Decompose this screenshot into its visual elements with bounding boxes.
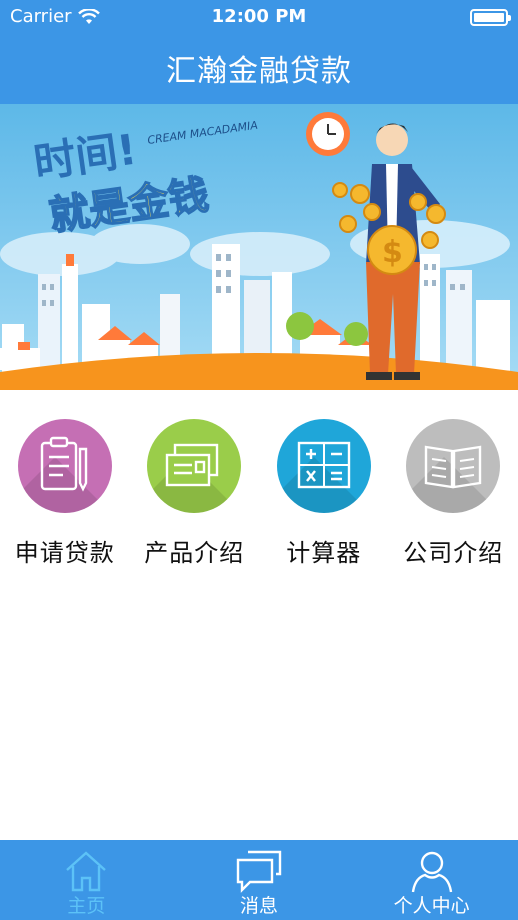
tab-label: 消息 xyxy=(239,895,278,917)
battery-icon xyxy=(470,9,511,26)
tab-label: 主页 xyxy=(67,895,106,917)
menu-item-products[interactable]: 产品介绍 xyxy=(130,405,260,575)
status-time: 12:00 PM xyxy=(211,6,307,27)
top-bar: Carrier 12:00 PM 汇瀚金融贷款 xyxy=(0,0,518,104)
tab-label: 个人中心 xyxy=(393,895,470,917)
menu-label: 产品介绍 xyxy=(144,539,245,567)
message-icon xyxy=(236,850,282,893)
tab-profile[interactable]: 个人中心 xyxy=(345,840,518,920)
feature-menu: 申请贷款 产品介绍 计算器 公司介绍 xyxy=(0,405,518,575)
menu-item-company[interactable]: 公司介绍 xyxy=(389,405,518,575)
calculator-icon xyxy=(276,419,371,513)
cards-icon xyxy=(147,419,242,513)
banner-illustration: 时间! 就是金钱 CREAM MACADAMIA $ xyxy=(0,104,518,390)
menu-item-calculator[interactable]: 计算器 xyxy=(259,405,389,575)
menu-label: 公司介绍 xyxy=(403,539,504,567)
status-bar: Carrier 12:00 PM xyxy=(0,0,518,36)
tab-messages[interactable]: 消息 xyxy=(173,840,346,920)
promo-banner[interactable]: 时间! 就是金钱 CREAM MACADAMIA $ xyxy=(0,104,518,390)
menu-label: 计算器 xyxy=(286,539,362,567)
bottom-tab-bar: 主页 消息 个人中心 xyxy=(0,840,518,920)
home-icon xyxy=(66,851,107,892)
clipboard-icon xyxy=(17,419,112,513)
menu-label: 申请贷款 xyxy=(14,539,115,567)
page-title: 汇瀚金融贷款 xyxy=(166,54,352,89)
book-icon xyxy=(406,419,501,513)
person-icon xyxy=(411,851,452,893)
tab-home[interactable]: 主页 xyxy=(0,840,173,920)
svg-text:$: $ xyxy=(382,235,403,270)
menu-item-apply-loan[interactable]: 申请贷款 xyxy=(0,405,130,575)
